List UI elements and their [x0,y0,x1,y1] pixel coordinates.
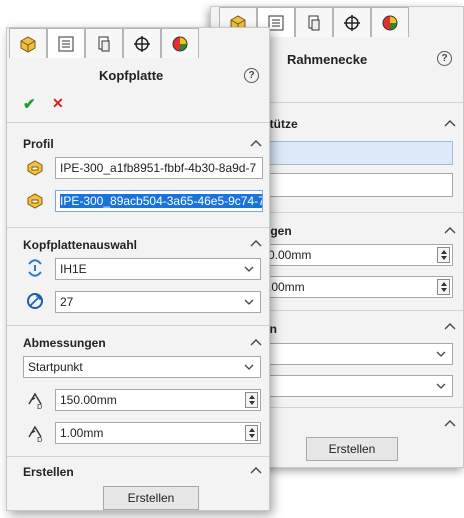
back-select-2[interactable] [263,375,453,397]
feature-icon [20,35,36,53]
collapse-caret-icon[interactable] [250,337,262,347]
position-select[interactable]: Startpunkt [23,356,261,378]
back-offset2-value: .00mm [268,280,305,294]
profil-selection-1-text: IPE-300_a1fb8951-fbbf-4b30-8a9d-7 [60,161,257,175]
offset-distance-icon: D [28,425,42,443]
chevron-down-icon [436,351,446,357]
spin-arrows-icon[interactable] [437,247,450,263]
beam-profile-icon [27,160,43,176]
chevron-down-icon [244,266,254,272]
collapse-caret-icon[interactable] [444,118,456,128]
chevron-down-icon [436,383,446,389]
back-select-1[interactable] [263,343,453,365]
front-separator [7,122,269,123]
back-tab-display[interactable] [371,7,409,37]
collapse-caret-icon[interactable] [250,465,262,475]
back-offset2-spinner[interactable]: .00mm [263,276,453,298]
front-tab-dimxpert[interactable] [123,28,161,58]
section-kopfplattenauswahl-label[interactable]: Kopfplattenauswahl [23,238,137,252]
offset1-spinner[interactable]: 150.00mm [55,389,261,411]
profil-selection-2-text: IPE-300_89acb504-3a65-46e5-9c74-7 [60,194,263,208]
offset1-value: 150.00mm [60,393,117,407]
create-button[interactable]: Erstellen [103,486,199,510]
front-panel-title: Kopfplatte [99,68,164,83]
endplate-type-value: IH1E [60,262,87,276]
profil-selection-1[interactable]: IPE-300_a1fb8951-fbbf-4b30-8a9d-7 [55,157,263,179]
crosshair-icon [344,14,360,31]
collapse-caret-icon[interactable] [250,238,262,248]
back-panel-title: Rahmenecke [287,52,368,67]
front-tab-property[interactable] [47,28,85,58]
crosshair-icon [134,35,150,52]
endplate-size-select[interactable]: 27 [55,291,261,313]
front-help-icon[interactable]: ? [244,68,259,83]
front-separator [7,227,269,228]
chevron-down-icon [244,299,254,305]
collapse-caret-icon[interactable] [444,321,456,331]
front-tab-display[interactable] [161,28,199,58]
section-erstellen-label[interactable]: Erstellen [23,465,74,479]
collapse-caret-icon[interactable] [444,418,456,428]
back-offset1-spinner[interactable]: 0.00mm [263,244,453,266]
back-selection-box-1[interactable] [263,141,453,165]
front-separator [7,456,269,457]
front-tab-bar [9,28,199,58]
svg-text:D: D [37,403,42,410]
confirm-check-icon[interactable]: ✔ [23,95,36,113]
endplate-type-select[interactable]: IH1E [55,258,261,280]
front-tab-feature[interactable] [9,28,47,58]
back-help-icon[interactable]: ? [437,51,452,66]
back-tab-config[interactable] [295,7,333,37]
position-value: Startpunkt [28,360,83,374]
back-offset1-value: 0.00mm [268,248,312,262]
configuration-icon [98,36,110,51]
front-tab-config[interactable] [85,28,123,58]
back-create-button[interactable]: Erstellen [306,437,398,461]
offset2-spinner[interactable]: 1.00mm [55,422,261,444]
chevron-down-icon [244,364,254,370]
section-abmessungen-label[interactable]: Abmessungen [23,336,106,350]
section-profil-label[interactable]: Profil [23,137,54,151]
spin-arrows-icon[interactable] [245,392,258,408]
spin-arrows-icon[interactable] [437,279,450,295]
back-tab-dimxpert[interactable] [333,7,371,37]
back-selection-box-2[interactable] [263,173,453,197]
front-separator [7,325,269,326]
appearance-icon [172,36,188,51]
configuration-icon [308,15,320,30]
cancel-close-icon[interactable]: ✕ [52,95,64,112]
collapse-caret-icon[interactable] [444,225,456,235]
offset2-value: 1.00mm [60,426,104,440]
kopfplatte-panel: Kopfplatte ? ✔ ✕ Profil IPE-300_a1fb8951… [6,27,270,511]
endplate-size-value: 27 [60,295,74,309]
diameter-icon [27,293,43,309]
endplate-type-icon [28,259,42,277]
offset-distance-icon: D [28,392,42,410]
property-manager-icon [58,36,74,51]
profil-selection-2[interactable]: IPE-300_89acb504-3a65-46e5-9c74-7 [55,190,263,212]
appearance-icon [382,15,398,30]
beam-profile-icon [27,193,43,209]
spin-arrows-icon[interactable] [245,425,258,441]
svg-text:D: D [37,436,42,443]
collapse-caret-icon[interactable] [250,138,262,148]
